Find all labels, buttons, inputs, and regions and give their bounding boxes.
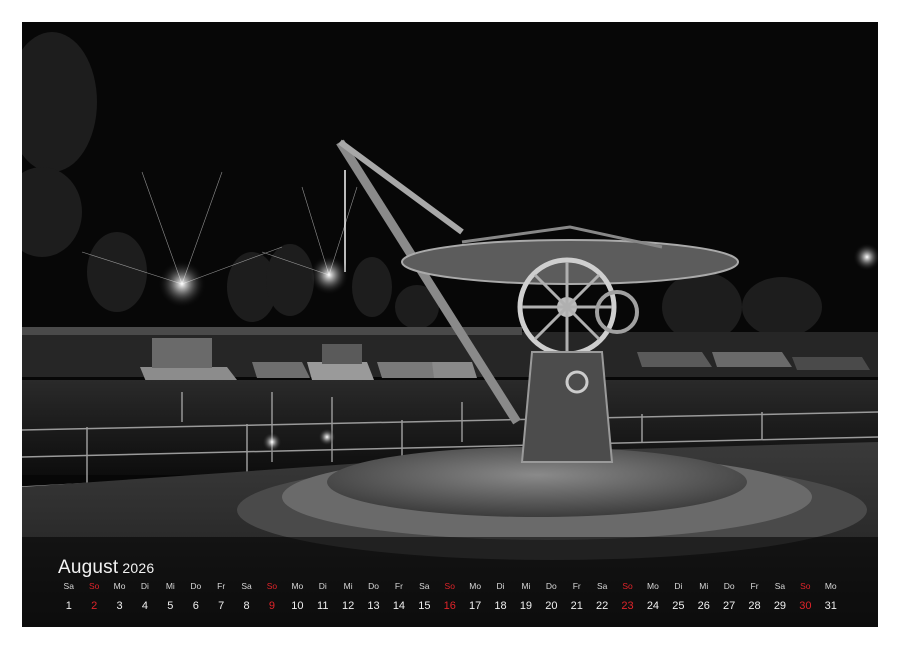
weekday-label: So	[88, 581, 100, 591]
weekday-label: So	[266, 581, 278, 591]
calendar-day: Mi 5	[158, 581, 184, 613]
day-number: 15	[418, 600, 431, 612]
calendar-day: Fr 21	[564, 581, 590, 613]
day-number: 3	[116, 600, 123, 612]
day-number: 12	[342, 600, 355, 612]
weekday-label: Fr	[217, 581, 226, 591]
weekday-label: Di	[496, 581, 505, 591]
calendar-day: Sa 22	[589, 581, 615, 613]
weekday-label: Do	[368, 581, 379, 591]
weekday-label: Mi	[343, 581, 353, 591]
day-number: 13	[367, 600, 380, 612]
weekday-label: Mi	[699, 581, 709, 591]
weekday-label: Mo	[469, 581, 482, 591]
weekday-label: Sa	[241, 581, 252, 591]
day-number: 29	[773, 600, 787, 612]
weekday-label: Fr	[394, 581, 403, 591]
weekday-label: Sa	[419, 581, 430, 591]
harbor-crane-photo	[22, 22, 878, 627]
weekday-label: Mi	[165, 581, 175, 591]
calendar-photo: August 2026 Sa 1 So 2 Mo 3 Di 4 Mi 5 Do 6 Fr 7 Sa 8 So 9 Mo…	[22, 22, 878, 627]
weekday-label: Sa	[63, 581, 74, 591]
calendar-day: Do 20	[539, 581, 565, 613]
weekday-label: So	[622, 581, 633, 591]
calendar-day: Mo 10	[285, 581, 311, 613]
calendar-day: So 30	[793, 581, 819, 613]
calendar-day: Sa 29	[767, 581, 793, 613]
weekday-label: Do	[545, 581, 557, 591]
calendar-day: Mi 12	[335, 581, 361, 613]
calendar-day: Sa 1	[56, 581, 82, 613]
day-number: 21	[570, 600, 583, 612]
day-number: 11	[317, 600, 329, 612]
day-number: 24	[646, 600, 660, 612]
calendar-day: Do 13	[361, 581, 387, 613]
weekday-label: So	[800, 581, 811, 591]
day-number: 30	[799, 600, 812, 612]
calendar-day: Fr 14	[386, 581, 412, 613]
weekday-label: So	[444, 581, 455, 591]
day-number: 22	[596, 600, 609, 612]
weekday-label: Mi	[521, 581, 531, 591]
calendar-day: So 16	[437, 581, 463, 613]
calendar-day: So 9	[259, 581, 285, 613]
calendar-day: Di 25	[666, 581, 692, 613]
day-number: 19	[519, 600, 533, 612]
calendar-day: Mi 26	[691, 581, 717, 613]
weekday-label: Di	[318, 581, 327, 591]
weekday-label: Mo	[824, 581, 837, 591]
day-number: 28	[748, 600, 761, 612]
day-number: 1	[65, 600, 72, 612]
weekday-label: Mo	[113, 581, 126, 591]
calendar-day: Mo 31	[818, 581, 844, 613]
day-number: 17	[469, 600, 482, 612]
day-number: 8	[243, 600, 250, 612]
day-number: 26	[697, 600, 710, 612]
day-number: 20	[545, 600, 558, 612]
calendar-day: Fr 28	[742, 581, 768, 613]
weekday-label: Do	[723, 581, 735, 591]
day-number: 23	[621, 600, 634, 612]
day-number: 4	[141, 600, 148, 612]
day-number: 2	[91, 600, 98, 612]
day-number: 6	[192, 600, 199, 612]
weekday-label: Di	[674, 581, 683, 591]
calendar-day: So 23	[615, 581, 641, 613]
day-number: 7	[218, 600, 225, 612]
weekday-label: Mo	[647, 581, 659, 591]
day-number: 16	[443, 600, 456, 612]
calendar-day: Di 18	[488, 581, 514, 613]
month-title: August 2026	[58, 557, 154, 579]
calendar-day: Mo 17	[462, 581, 488, 613]
calendar-day: Mo 24	[640, 581, 666, 613]
month-name: August	[58, 557, 119, 578]
weekday-label: Mo	[291, 581, 304, 591]
calendar-day: Di 11	[310, 581, 336, 613]
year-label: 2026	[122, 560, 155, 576]
calendar-day: Sa 15	[412, 581, 438, 613]
day-number: 18	[494, 600, 507, 612]
calendar-day: Do 27	[716, 581, 742, 613]
day-number: 10	[291, 600, 304, 612]
day-number: 14	[392, 600, 406, 612]
calendar-day: Di 4	[132, 581, 158, 613]
calendar-days-row: Sa 1 So 2 Mo 3 Di 4 Mi 5 Do 6 Fr 7 Sa 8 So 9 Mo 10 Di 11 Mi 12 D…	[56, 581, 848, 621]
calendar-day: Fr 7	[208, 581, 234, 613]
weekday-label: Do	[190, 581, 202, 591]
day-number: 9	[268, 600, 275, 612]
weekday-label: Sa	[774, 581, 786, 591]
day-number: 27	[723, 600, 736, 612]
calendar-day: Mo 3	[107, 581, 133, 613]
calendar-day: Sa 8	[234, 581, 260, 613]
calendar-day: Mi 19	[513, 581, 539, 613]
calendar-day: So 2	[81, 581, 107, 613]
calendar-day: Do 6	[183, 581, 209, 613]
weekday-label: Sa	[596, 581, 608, 591]
day-number: 5	[167, 600, 174, 612]
weekday-label: Fr	[750, 581, 759, 591]
day-number: 25	[672, 600, 685, 612]
weekday-label: Fr	[572, 581, 581, 591]
weekday-label: Di	[140, 581, 149, 591]
day-number: 31	[824, 600, 837, 612]
